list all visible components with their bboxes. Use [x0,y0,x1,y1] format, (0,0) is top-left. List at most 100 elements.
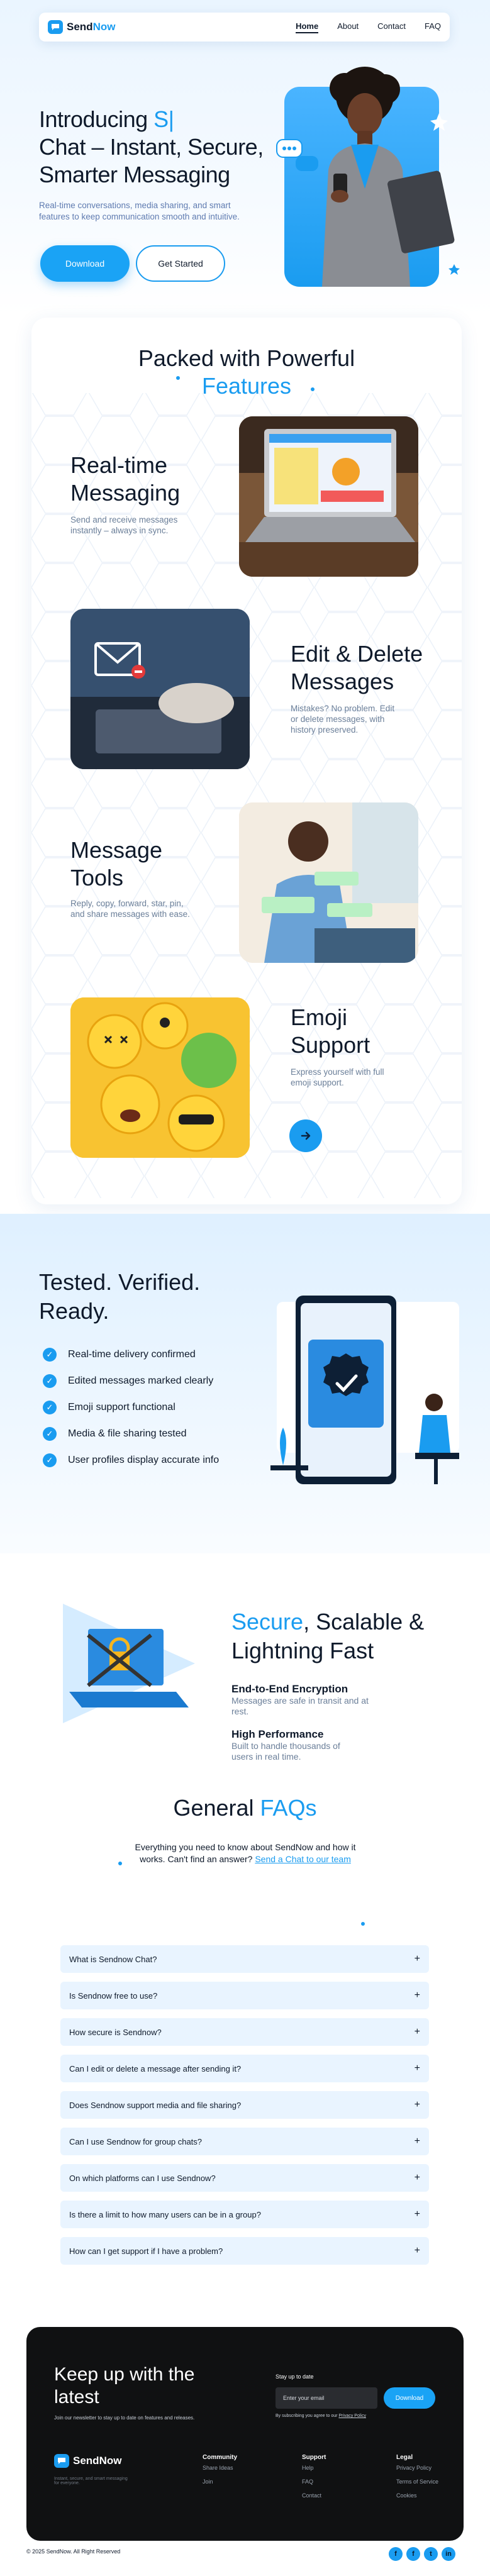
footer-link[interactable]: Help [302,2461,326,2475]
footer-link[interactable]: Terms of Service [396,2475,438,2489]
tested-heading-line2: Ready. [39,1298,109,1324]
faq-heading: General FAQs [0,1794,490,1823]
laptop-illustration [239,416,418,577]
nav-link-contact[interactable]: Contact [377,21,406,33]
nav-link-about[interactable]: About [337,21,359,33]
faq-item[interactable]: How secure is Sendnow? + [60,2018,429,2046]
secure-heading-blue: Secure [231,1609,304,1635]
emoji-faces-illustration [70,997,250,1158]
nav-link-faq[interactable]: FAQ [425,21,441,33]
faq-item[interactable]: On which platforms can I use Sendnow? + [60,2164,429,2192]
plus-icon: + [414,2209,420,2219]
decor-dot [118,1862,122,1865]
check-label: Real-time delivery confirmed [68,1349,196,1360]
verified-phone-illustration [270,1296,459,1484]
feature-title-edit: Edit & Delete Messages [291,640,423,696]
hero-title-line1: Introducing [39,106,154,132]
check-circle-icon: ✓ [43,1348,57,1362]
check-circle-icon: ✓ [43,1427,57,1441]
privacy-policy-link[interactable]: Privacy Policy [338,2414,366,2418]
faq-item[interactable]: Is there a limit to how many users can b… [60,2201,429,2228]
feature-title-emoji: Emoji Support [291,1004,370,1059]
tested-heading: Tested. Verified. Ready. [39,1268,200,1326]
check-circle-icon: ✓ [43,1401,57,1414]
contact-team-link[interactable]: Send a Chat to our team [255,1854,351,1864]
faq-item[interactable]: How can I get support if I have a proble… [60,2237,429,2265]
nav-link-home[interactable]: Home [296,21,319,33]
footer-link[interactable]: Cookies [396,2489,438,2502]
footer-link[interactable]: Privacy Policy [396,2461,438,2475]
faq-item[interactable]: What is Sendnow Chat? + [60,1945,429,1973]
feature-desc-edit: Mistakes? No problem. Edit or delete mes… [291,704,395,735]
performance-desc: Built to handle thousands of users in re… [231,1741,340,1762]
privacy-note: By subscribing you agree to our Privacy … [276,2414,366,2418]
footer-link[interactable]: FAQ [302,2475,326,2489]
hero-person-illustration [276,67,460,287]
feature-title-line2: Messaging [70,480,181,506]
features-heading: Packed with Powerful Features [31,345,462,400]
plus-icon: + [414,2099,420,2110]
tested-heading-line1: Tested. Verified. [39,1269,201,1295]
twitter-icon[interactable]: t [424,2547,438,2561]
plus-icon: + [414,1953,420,1964]
list-item: ✓ Edited messages marked clearly [43,1368,219,1394]
faq-item[interactable]: Is Sendnow free to use? + [60,1982,429,2009]
footer-link[interactable]: Join [203,2475,237,2489]
faq-item[interactable]: Can I edit or delete a message after sen… [60,2055,429,2082]
footer-brand-send: Send [73,2455,99,2467]
faq-item[interactable]: Can I use Sendnow for group chats? + [60,2128,429,2155]
hero-title-cursor: S| [153,106,174,132]
footer-column-heading: Support [302,2454,326,2461]
facebook-icon[interactable]: f [389,2547,403,2561]
check-label: Media & file sharing tested [68,1428,187,1439]
feature-title-line2: Messages [291,669,394,694]
feature-image-emojis [70,997,250,1158]
feature-image-laptop [239,416,418,577]
secure-heading: Secure, Scalable & Lightning Fast [231,1607,424,1665]
feature-title-realtime: Real-time Messaging [70,452,180,507]
plus-icon: + [414,2172,420,2183]
list-item: ✓ Media & file sharing tested [43,1421,219,1447]
feature-title-line1: Emoji [291,1004,348,1030]
footer-column-legal: Legal Privacy Policy Terms of Service Co… [396,2454,438,2502]
plus-icon: + [414,2136,420,2146]
footer-brand-logo[interactable]: Send Now [54,2454,121,2468]
next-feature-button[interactable] [289,1119,322,1152]
features-heading-line1: Packed with Powerful [138,345,355,371]
feature-desc-realtime: Send and receive messages instantly – al… [70,515,178,535]
linkedin-icon[interactable]: in [442,2547,455,2561]
feature-desc-tools: Reply, copy, forward, star, pin, and sha… [70,899,190,919]
social-links: f f t in [389,2547,455,2561]
footer-column-community: Community Share Ideas Join [203,2454,237,2489]
footer-column-support: Support Help FAQ Contact [302,2454,326,2502]
feature-title-tools: Message Tools [70,836,162,892]
subscribe-button[interactable]: Download [384,2387,435,2409]
decor-dot [176,376,180,380]
faq-question: Can I edit or delete a message after sen… [69,2063,242,2074]
encryption-desc: Messages are safe in transit and at rest… [231,1696,369,1716]
hero-title-line2: Chat – Instant, Secure, [39,134,264,160]
faq-subtitle: Everything you need to know about SendNo… [126,1841,365,1865]
footer-link[interactable]: Contact [302,2489,326,2502]
list-item: ✓ User profiles display accurate info [43,1447,219,1474]
faq-question: How secure is Sendnow? [69,2027,162,2037]
feature-title-line2: Support [291,1032,370,1058]
brand-logo[interactable]: Send Now [48,20,115,34]
faq-question: How can I get support if I have a proble… [69,2246,223,2256]
footer-link[interactable]: Share Ideas [203,2461,237,2475]
privacy-note-text: By subscribing you agree to our [276,2414,339,2418]
feature-title-line1: Edit & Delete [291,641,423,667]
feature-encryption: End-to-End Encryption Messages are safe … [231,1683,370,1717]
feature-desc-emoji: Express yourself with full emoji support… [291,1067,384,1087]
email-input[interactable]: Enter your email [276,2387,377,2409]
get-started-button[interactable]: Get Started [136,245,225,282]
facebook-icon[interactable]: f [406,2547,420,2561]
check-circle-icon: ✓ [43,1374,57,1388]
check-label: Edited messages marked clearly [68,1375,214,1386]
list-item: ✓ Emoji support functional [43,1394,219,1421]
footer-tagline: Instant, secure, and smart messaging for… [54,2477,128,2485]
arrow-right-icon [301,1131,311,1140]
download-button[interactable]: Download [40,245,130,282]
faq-question: Is Sendnow free to use? [69,1990,158,2001]
faq-item[interactable]: Does Sendnow support media and file shar… [60,2091,429,2119]
